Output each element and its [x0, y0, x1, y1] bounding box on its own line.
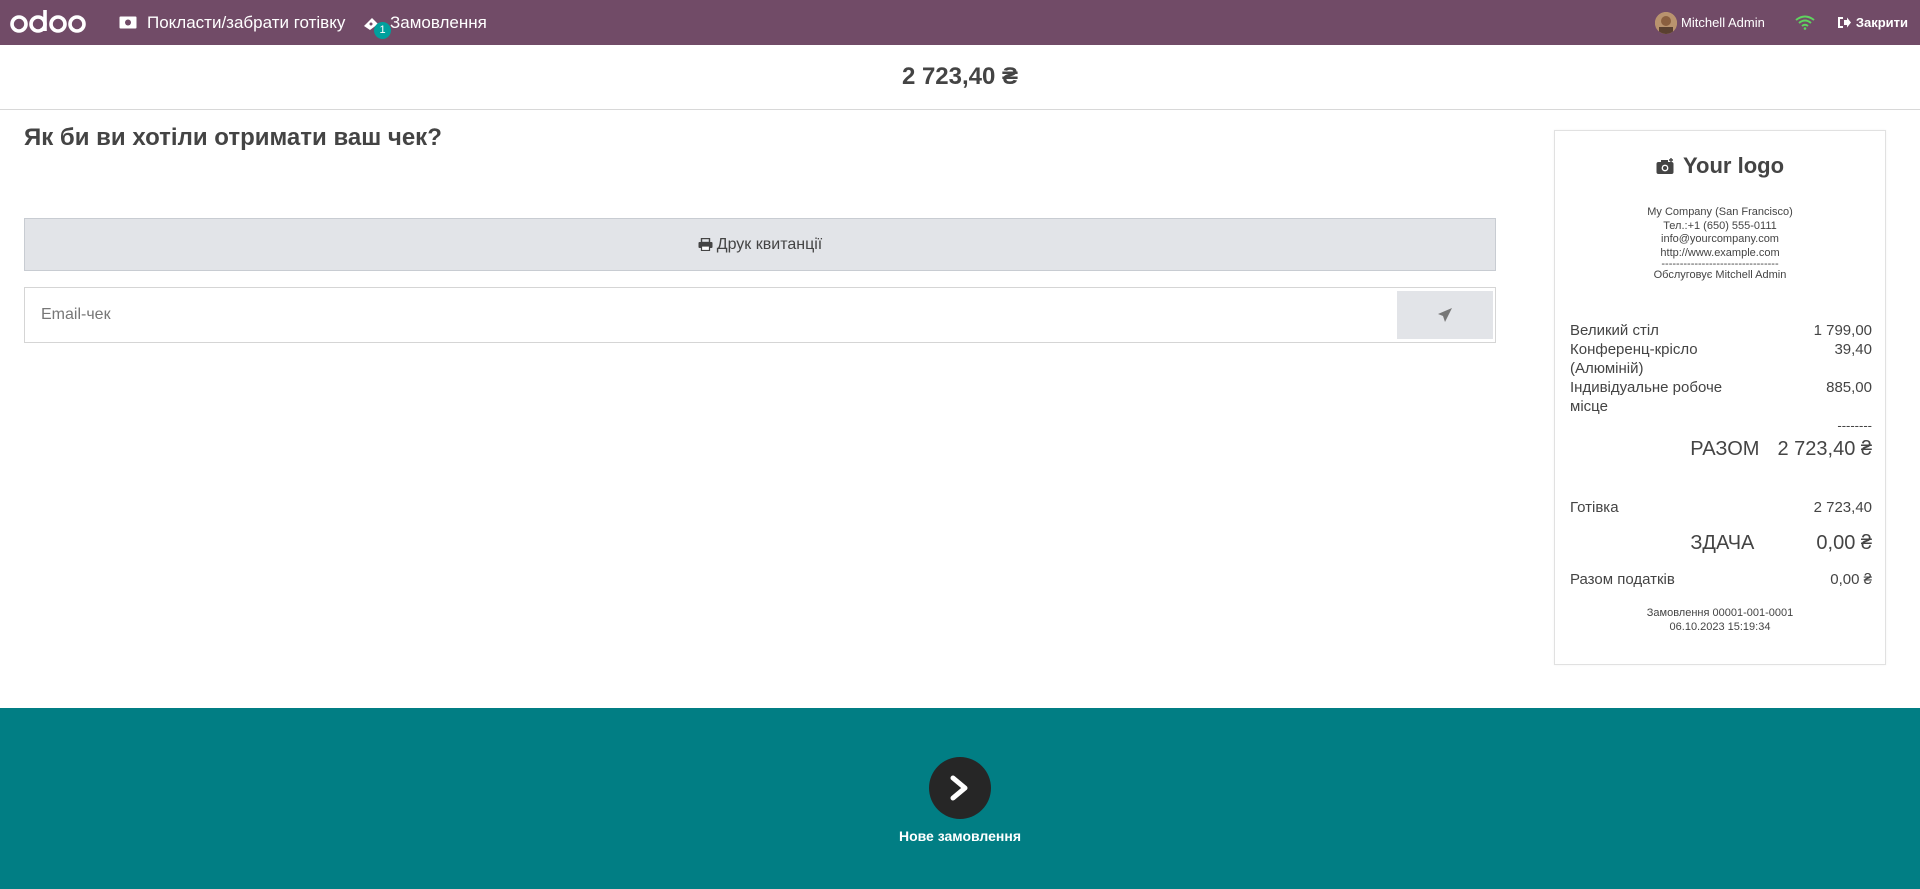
company-phone: Тел.:+1 (650) 555-0111: [1663, 219, 1777, 232]
payment-label: Готівка: [1570, 499, 1619, 516]
close-session-button[interactable]: Закрити: [1837, 15, 1908, 30]
receipt-preview: Your logo My Company (San Francisco) Тел…: [1554, 130, 1886, 665]
chevron-right-icon: [950, 775, 968, 801]
tax-row: Разом податків 0,00 ₴: [1570, 571, 1872, 588]
send-email-button[interactable]: [1397, 291, 1493, 339]
company-name: My Company (San Francisco): [1647, 206, 1793, 218]
orders-button[interactable]: 1 Замовлення: [362, 0, 487, 45]
paper-plane-icon: [1438, 308, 1452, 322]
top-navbar: Покласти/забрати готівку 1 Замовлення Mi…: [0, 0, 1920, 45]
item-price: 885,00: [1826, 379, 1872, 396]
change-value: 0,00 ₴: [1816, 532, 1872, 554]
company-info: My Company (San Francisco) Тел.:+1 (650)…: [1555, 206, 1885, 283]
order-date: 06.10.2023 15:19:34: [1669, 621, 1771, 633]
odoo-logo[interactable]: [10, 7, 88, 37]
receipt-lines: Великий стіл 1 799,00 Конференц-крісло (…: [1570, 321, 1872, 588]
item-name: Великий стіл: [1570, 322, 1659, 339]
tax-value: 0,00 ₴: [1830, 571, 1872, 588]
receipt-question: Як би ви хотіли отримати ваш чек?: [24, 124, 442, 151]
bottom-action-bar: Нове замовлення: [0, 708, 1920, 889]
cash-in-out-label: Покласти/забрати готівку: [147, 12, 346, 32]
print-receipt-button[interactable]: Друк квитанції: [24, 218, 1496, 271]
ticket-icon: 1: [362, 15, 391, 39]
receipt-logo: Your logo: [1555, 153, 1885, 179]
tax-label: Разом податків: [1570, 571, 1675, 588]
item-name: Конференц-крісло (Алюміній): [1570, 341, 1698, 377]
company-email: info@yourcompany.com: [1661, 233, 1779, 245]
total-amount-header: 2 723,40 ₴: [0, 45, 1920, 110]
change-label: ЗДАЧА: [1690, 532, 1755, 554]
served-by: Обслуговує Mitchell Admin: [1653, 269, 1787, 281]
item-price: 39,40: [1834, 341, 1872, 358]
list-item: Індивідуальне робоче місце 885,00: [1570, 378, 1872, 416]
orders-label: Замовлення: [390, 12, 487, 32]
total-amount: 2 723,40 ₴: [901, 63, 1019, 90]
close-label: Закрити: [1855, 15, 1908, 30]
payment-row: Готівка 2 723,40: [1570, 499, 1872, 516]
payment-value: 2 723,40: [1813, 499, 1872, 516]
money-icon: [119, 16, 137, 29]
company-separator: --------------------------------: [1661, 258, 1779, 270]
sign-out-icon: [1837, 17, 1851, 28]
change-row: ЗДАЧА 0,00 ₴: [1570, 532, 1872, 555]
email-receipt-group: [24, 287, 1496, 343]
list-item: Конференц-крісло (Алюміній) 39,40: [1570, 340, 1872, 378]
new-order-button[interactable]: [929, 757, 991, 819]
list-item: Великий стіл 1 799,00: [1570, 321, 1872, 340]
camera-icon: [1656, 157, 1674, 174]
user-name: Mitchell Admin: [1681, 15, 1765, 30]
order-reference: Замовлення 00001-001-0001: [1646, 607, 1794, 619]
new-order-label: Нове замовлення: [898, 828, 1022, 844]
wifi-icon: [1795, 15, 1815, 30]
avatar: [1655, 11, 1678, 34]
user-menu[interactable]: Mitchell Admin: [1655, 11, 1765, 34]
email-input[interactable]: [25, 288, 1395, 342]
cash-in-out-button[interactable]: Покласти/забрати готівку: [119, 0, 345, 45]
receipt-logo-text: Your logo: [1682, 153, 1785, 178]
total-row: РАЗОМ 2 723,40 ₴: [1570, 438, 1872, 461]
total-label: РАЗОМ: [1690, 438, 1760, 460]
receipt-footer: Замовлення 00001-001-0001 06.10.2023 15:…: [1555, 606, 1885, 634]
total-value: 2 723,40 ₴: [1777, 438, 1872, 460]
total-separator: --------: [1837, 418, 1872, 433]
topbar-right: Mitchell Admin Закрити: [1655, 0, 1920, 45]
print-receipt-label: Друк квитанції: [716, 235, 823, 253]
printer-icon: [698, 238, 713, 251]
item-price: 1 799,00: [1813, 322, 1872, 339]
orders-count-badge: 1: [374, 21, 391, 39]
item-name: Індивідуальне робоче місце: [1570, 379, 1723, 415]
